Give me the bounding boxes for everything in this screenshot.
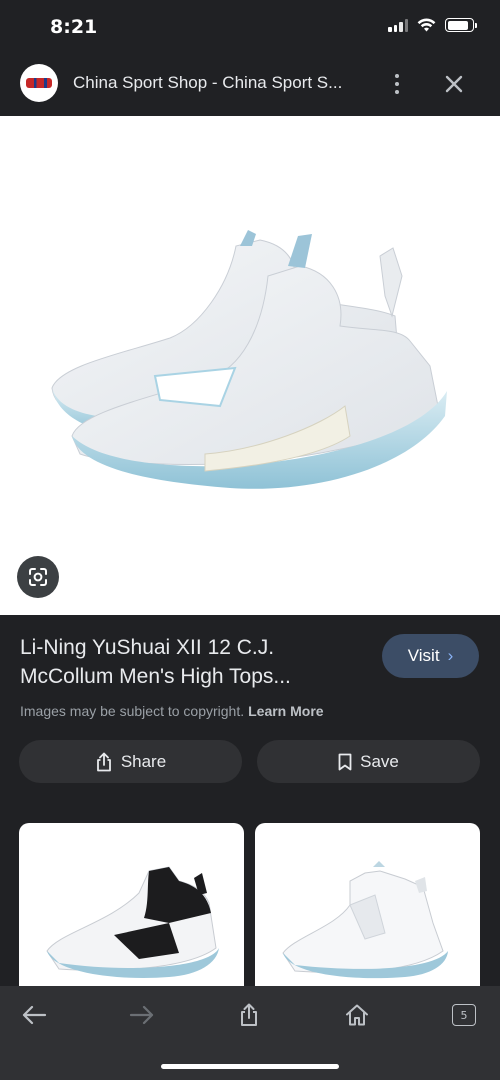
home-button[interactable] <box>337 998 377 1032</box>
main-product-image[interactable] <box>0 116 500 615</box>
browser-toolbar: 5 <box>0 986 500 1080</box>
save-button[interactable]: Save <box>257 740 480 783</box>
google-lens-button[interactable] <box>17 556 59 598</box>
bookmark-icon <box>338 753 352 770</box>
learn-more-link[interactable]: Learn More <box>248 703 323 719</box>
share-icon <box>96 752 111 771</box>
close-icon[interactable] <box>440 70 468 98</box>
home-icon <box>346 1004 368 1026</box>
result-info: Li-Ning YuShuai XII 12 C.J. McCollum Men… <box>0 615 500 800</box>
related-image-1[interactable] <box>19 823 244 986</box>
more-vert-icon[interactable] <box>387 70 407 98</box>
related-image-2[interactable] <box>255 823 480 986</box>
share-upload-icon <box>241 1003 257 1026</box>
status-time: 8:21 <box>50 16 98 38</box>
shoe-image <box>51 230 447 489</box>
forward-arrow-icon <box>129 1005 154 1025</box>
home-indicator <box>161 1064 339 1069</box>
wifi-icon <box>417 18 436 32</box>
forward-button[interactable] <box>122 998 162 1032</box>
viewer-header: China Sport Shop - China Sport S... <box>0 56 500 116</box>
save-label: Save <box>360 751 399 771</box>
white-shoe-image <box>282 861 448 979</box>
signal-icon <box>388 18 408 32</box>
share-label: Share <box>120 751 167 771</box>
page-title[interactable]: China Sport Shop - China Sport S... <box>73 73 358 93</box>
share-button[interactable]: Share <box>19 740 242 783</box>
tabs-button[interactable]: 5 <box>444 998 484 1032</box>
visit-button[interactable]: Visit › <box>382 634 479 678</box>
toolbar-share-button[interactable] <box>229 998 269 1032</box>
copyright-text: Images may be subject to copyright. <box>20 703 245 719</box>
back-arrow-icon <box>22 1005 47 1025</box>
black-white-shoe-image <box>46 866 219 978</box>
status-bar: 8:21 <box>0 0 500 56</box>
result-title[interactable]: Li-Ning YuShuai XII 12 C.J. McCollum Men… <box>20 633 350 691</box>
google-lens-icon <box>29 568 47 586</box>
back-button[interactable] <box>14 998 54 1032</box>
site-logo[interactable] <box>20 64 58 102</box>
visit-label: Visit <box>407 646 440 665</box>
chevron-right-icon: › <box>447 646 454 665</box>
tabs-icon: 5 <box>452 1004 476 1026</box>
battery-icon <box>445 18 477 32</box>
status-icons <box>388 18 477 32</box>
related-images <box>0 800 500 986</box>
copyright-notice: Images may be subject to copyright. Learn… <box>20 703 324 719</box>
